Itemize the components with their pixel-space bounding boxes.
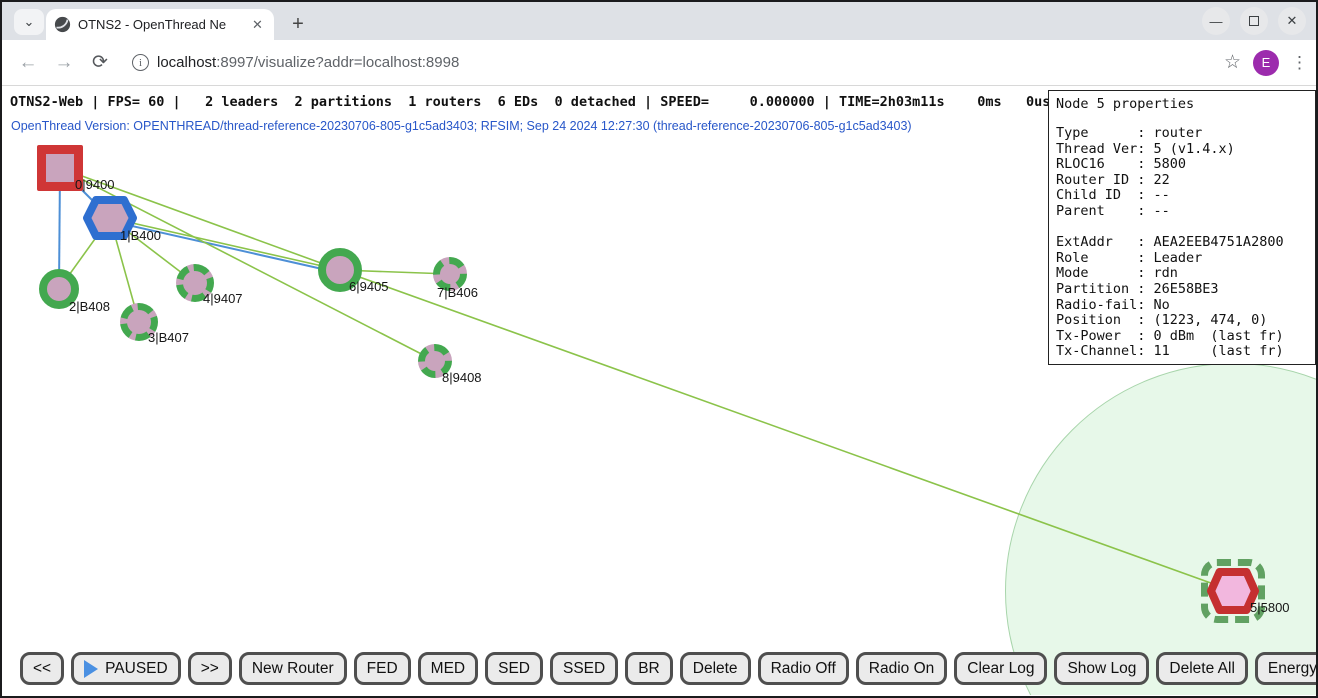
speed-up-button[interactable]: >>	[188, 652, 232, 685]
button-label: Delete All	[1169, 660, 1234, 678]
reload-button[interactable]: ⟳	[82, 51, 118, 74]
properties-panel-body: Type : router Thread Ver: 5 (v1.4.x) RLO…	[1056, 126, 1315, 360]
close-icon: ✕	[1287, 13, 1298, 29]
node-label-5: 5|5800	[1250, 600, 1290, 615]
new-fed-button[interactable]: FED	[354, 652, 411, 685]
tab-close-button[interactable]: ✕	[252, 17, 263, 33]
node-label-0: 0|9400	[75, 177, 115, 192]
properties-panel-title: Node 5 properties	[1056, 96, 1315, 112]
pause-resume-button[interactable]: PAUSED	[71, 652, 181, 685]
otns-page-content: 0|9400 1|B400 2|B408 3|B407 4|9407 5|5800 6|94…	[2, 86, 1316, 695]
simulation-status-line: OTNS2-Web | FPS= 60 | 2 leaders 2 partit…	[10, 94, 1050, 110]
sim-toolbar: << PAUSED >> New Router FED MED SED SSED BR Delet…	[20, 652, 1316, 685]
button-label: SSED	[563, 660, 605, 678]
node-label-8: 8|9408	[442, 370, 482, 385]
energy-stats-button[interactable]: Energy-stats ↗	[1255, 652, 1316, 685]
browser-navbar: ← → ⟳ i localhost:8997/visualize?addr=lo…	[2, 40, 1316, 86]
new-tab-button[interactable]: +	[284, 10, 312, 38]
minimize-icon: —	[1210, 14, 1223, 29]
button-label: Energy-stats ↗	[1268, 659, 1316, 678]
profile-avatar[interactable]: E	[1253, 50, 1279, 76]
site-favicon-globe-icon	[54, 16, 71, 33]
maximize-icon	[1249, 16, 1259, 26]
delete-all-button[interactable]: Delete All	[1156, 652, 1247, 685]
button-label: BR	[638, 660, 660, 678]
button-label: Show Log	[1067, 660, 1136, 678]
button-label: FED	[367, 660, 398, 678]
address-bar[interactable]: localhost:8997/visualize?addr=localhost:…	[157, 54, 459, 71]
back-button[interactable]: ←	[10, 52, 46, 74]
tab-title: OTNS2 - OpenThread Ne	[78, 17, 250, 32]
url-host: localhost	[157, 54, 216, 71]
node-label-7: 7|B406	[437, 285, 478, 300]
radio-off-button[interactable]: Radio Off	[758, 652, 849, 685]
browser-tab-active[interactable]: OTNS2 - OpenThread Ne ✕	[46, 9, 274, 40]
new-ssed-button[interactable]: SSED	[550, 652, 618, 685]
button-label: MED	[431, 660, 465, 678]
button-label: Radio Off	[771, 660, 836, 678]
button-label: New Router	[252, 660, 334, 678]
forward-button[interactable]: →	[46, 52, 82, 74]
button-label: SED	[498, 660, 530, 678]
button-label: Radio On	[869, 660, 934, 678]
browser-titlebar: ⌄ OTNS2 - OpenThread Ne ✕ + — ✕	[2, 2, 1316, 40]
window-minimize-button[interactable]: —	[1202, 7, 1230, 35]
chevron-down-icon: ⌄	[24, 14, 35, 29]
button-label: Clear Log	[967, 660, 1034, 678]
show-log-button[interactable]: Show Log	[1054, 652, 1149, 685]
openthread-version-line: OpenThread Version: OPENTHREAD/thread-re…	[11, 119, 912, 133]
window-close-button[interactable]: ✕	[1278, 7, 1306, 35]
new-br-button[interactable]: BR	[625, 652, 673, 685]
avatar-initial: E	[1262, 55, 1271, 70]
new-router-button[interactable]: New Router	[239, 652, 347, 685]
node-label-6: 6|9405	[349, 279, 389, 294]
bookmark-star-button[interactable]: ☆	[1224, 51, 1241, 74]
button-label: >>	[201, 660, 219, 678]
star-icon: ☆	[1224, 52, 1241, 73]
node-label-2: 2|B408	[69, 299, 110, 314]
tab-title-fade	[224, 17, 250, 32]
tab-search-button[interactable]: ⌄	[14, 9, 44, 35]
button-label: PAUSED	[105, 660, 168, 678]
kebab-menu-icon: ⋮	[1291, 53, 1308, 72]
clear-log-button[interactable]: Clear Log	[954, 652, 1047, 685]
button-label: <<	[33, 660, 51, 678]
radio-on-button[interactable]: Radio On	[856, 652, 947, 685]
url-path: :8997/visualize?addr=localhost:8998	[216, 54, 459, 71]
site-info-icon[interactable]: i	[132, 54, 149, 71]
speed-down-button[interactable]: <<	[20, 652, 64, 685]
node-properties-panel: Node 5 properties Type : router Thread V…	[1048, 90, 1316, 365]
button-label: Delete	[693, 660, 738, 678]
forward-arrow-icon: →	[55, 52, 74, 73]
browser-window: ⌄ OTNS2 - OpenThread Ne ✕ + — ✕ ← → ⟳ i …	[0, 0, 1318, 698]
reload-icon: ⟳	[92, 52, 108, 73]
back-arrow-icon: ←	[19, 52, 38, 73]
close-icon: ✕	[252, 17, 263, 32]
new-sed-button[interactable]: SED	[485, 652, 543, 685]
delete-button[interactable]: Delete	[680, 652, 751, 685]
play-icon	[84, 660, 98, 678]
new-med-button[interactable]: MED	[418, 652, 478, 685]
node-label-3: 3|B407	[148, 330, 189, 345]
node-label-4: 4|9407	[203, 291, 243, 306]
window-maximize-button[interactable]	[1240, 7, 1268, 35]
window-controls: — ✕	[1202, 7, 1306, 35]
browser-menu-button[interactable]: ⋮	[1291, 53, 1308, 73]
node-label-1: 1|B400	[120, 228, 161, 243]
plus-icon: +	[292, 13, 304, 35]
navbar-right: ☆ E ⋮	[1224, 50, 1308, 76]
